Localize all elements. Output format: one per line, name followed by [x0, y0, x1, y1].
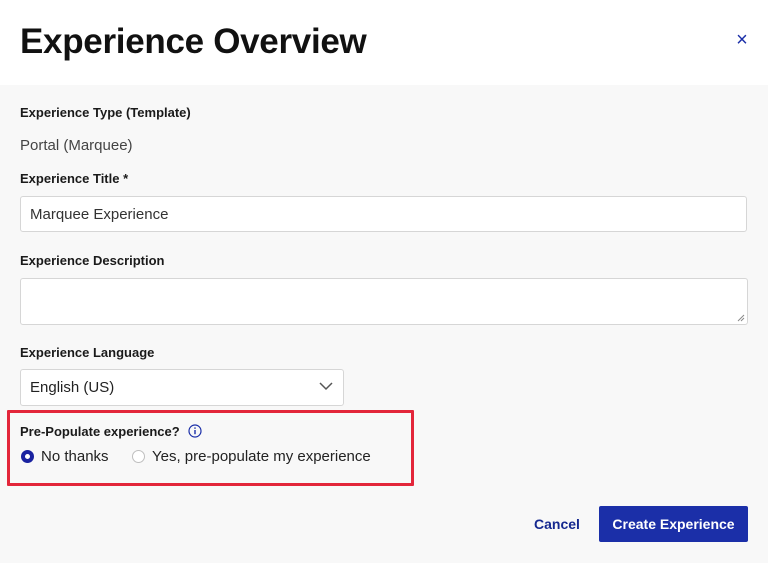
chevron-down-icon	[319, 382, 333, 391]
language-selected-value: English (US)	[30, 379, 115, 396]
experience-title-input[interactable]	[20, 196, 747, 232]
resize-handle-icon[interactable]	[737, 314, 745, 322]
experience-language-select[interactable]: English (US)	[20, 369, 344, 406]
radio-no-thanks[interactable]	[21, 450, 34, 463]
experience-description-label: Experience Description	[20, 253, 165, 268]
experience-type-value: Portal (Marquee)	[20, 137, 133, 154]
experience-title-label: Experience Title *	[20, 171, 129, 186]
prepopulate-label: Pre-Populate experience?	[20, 424, 180, 439]
radio-no-thanks-label[interactable]: No thanks	[41, 448, 109, 465]
info-icon[interactable]	[188, 424, 202, 438]
experience-language-label: Experience Language	[20, 345, 155, 360]
radio-yes-prepopulate[interactable]	[132, 450, 145, 463]
experience-overview-dialog: Experience Overview × Experience Type (T…	[0, 0, 768, 563]
create-experience-button[interactable]: Create Experience	[599, 506, 748, 542]
dialog-title: Experience Overview	[20, 22, 367, 61]
close-icon[interactable]: ×	[733, 30, 751, 50]
radio-yes-prepopulate-label[interactable]: Yes, pre-populate my experience	[152, 448, 371, 465]
experience-description-textarea[interactable]	[20, 278, 748, 325]
dialog-header: Experience Overview ×	[0, 0, 768, 85]
cancel-button[interactable]: Cancel	[534, 516, 580, 532]
experience-type-label: Experience Type (Template)	[20, 105, 191, 120]
